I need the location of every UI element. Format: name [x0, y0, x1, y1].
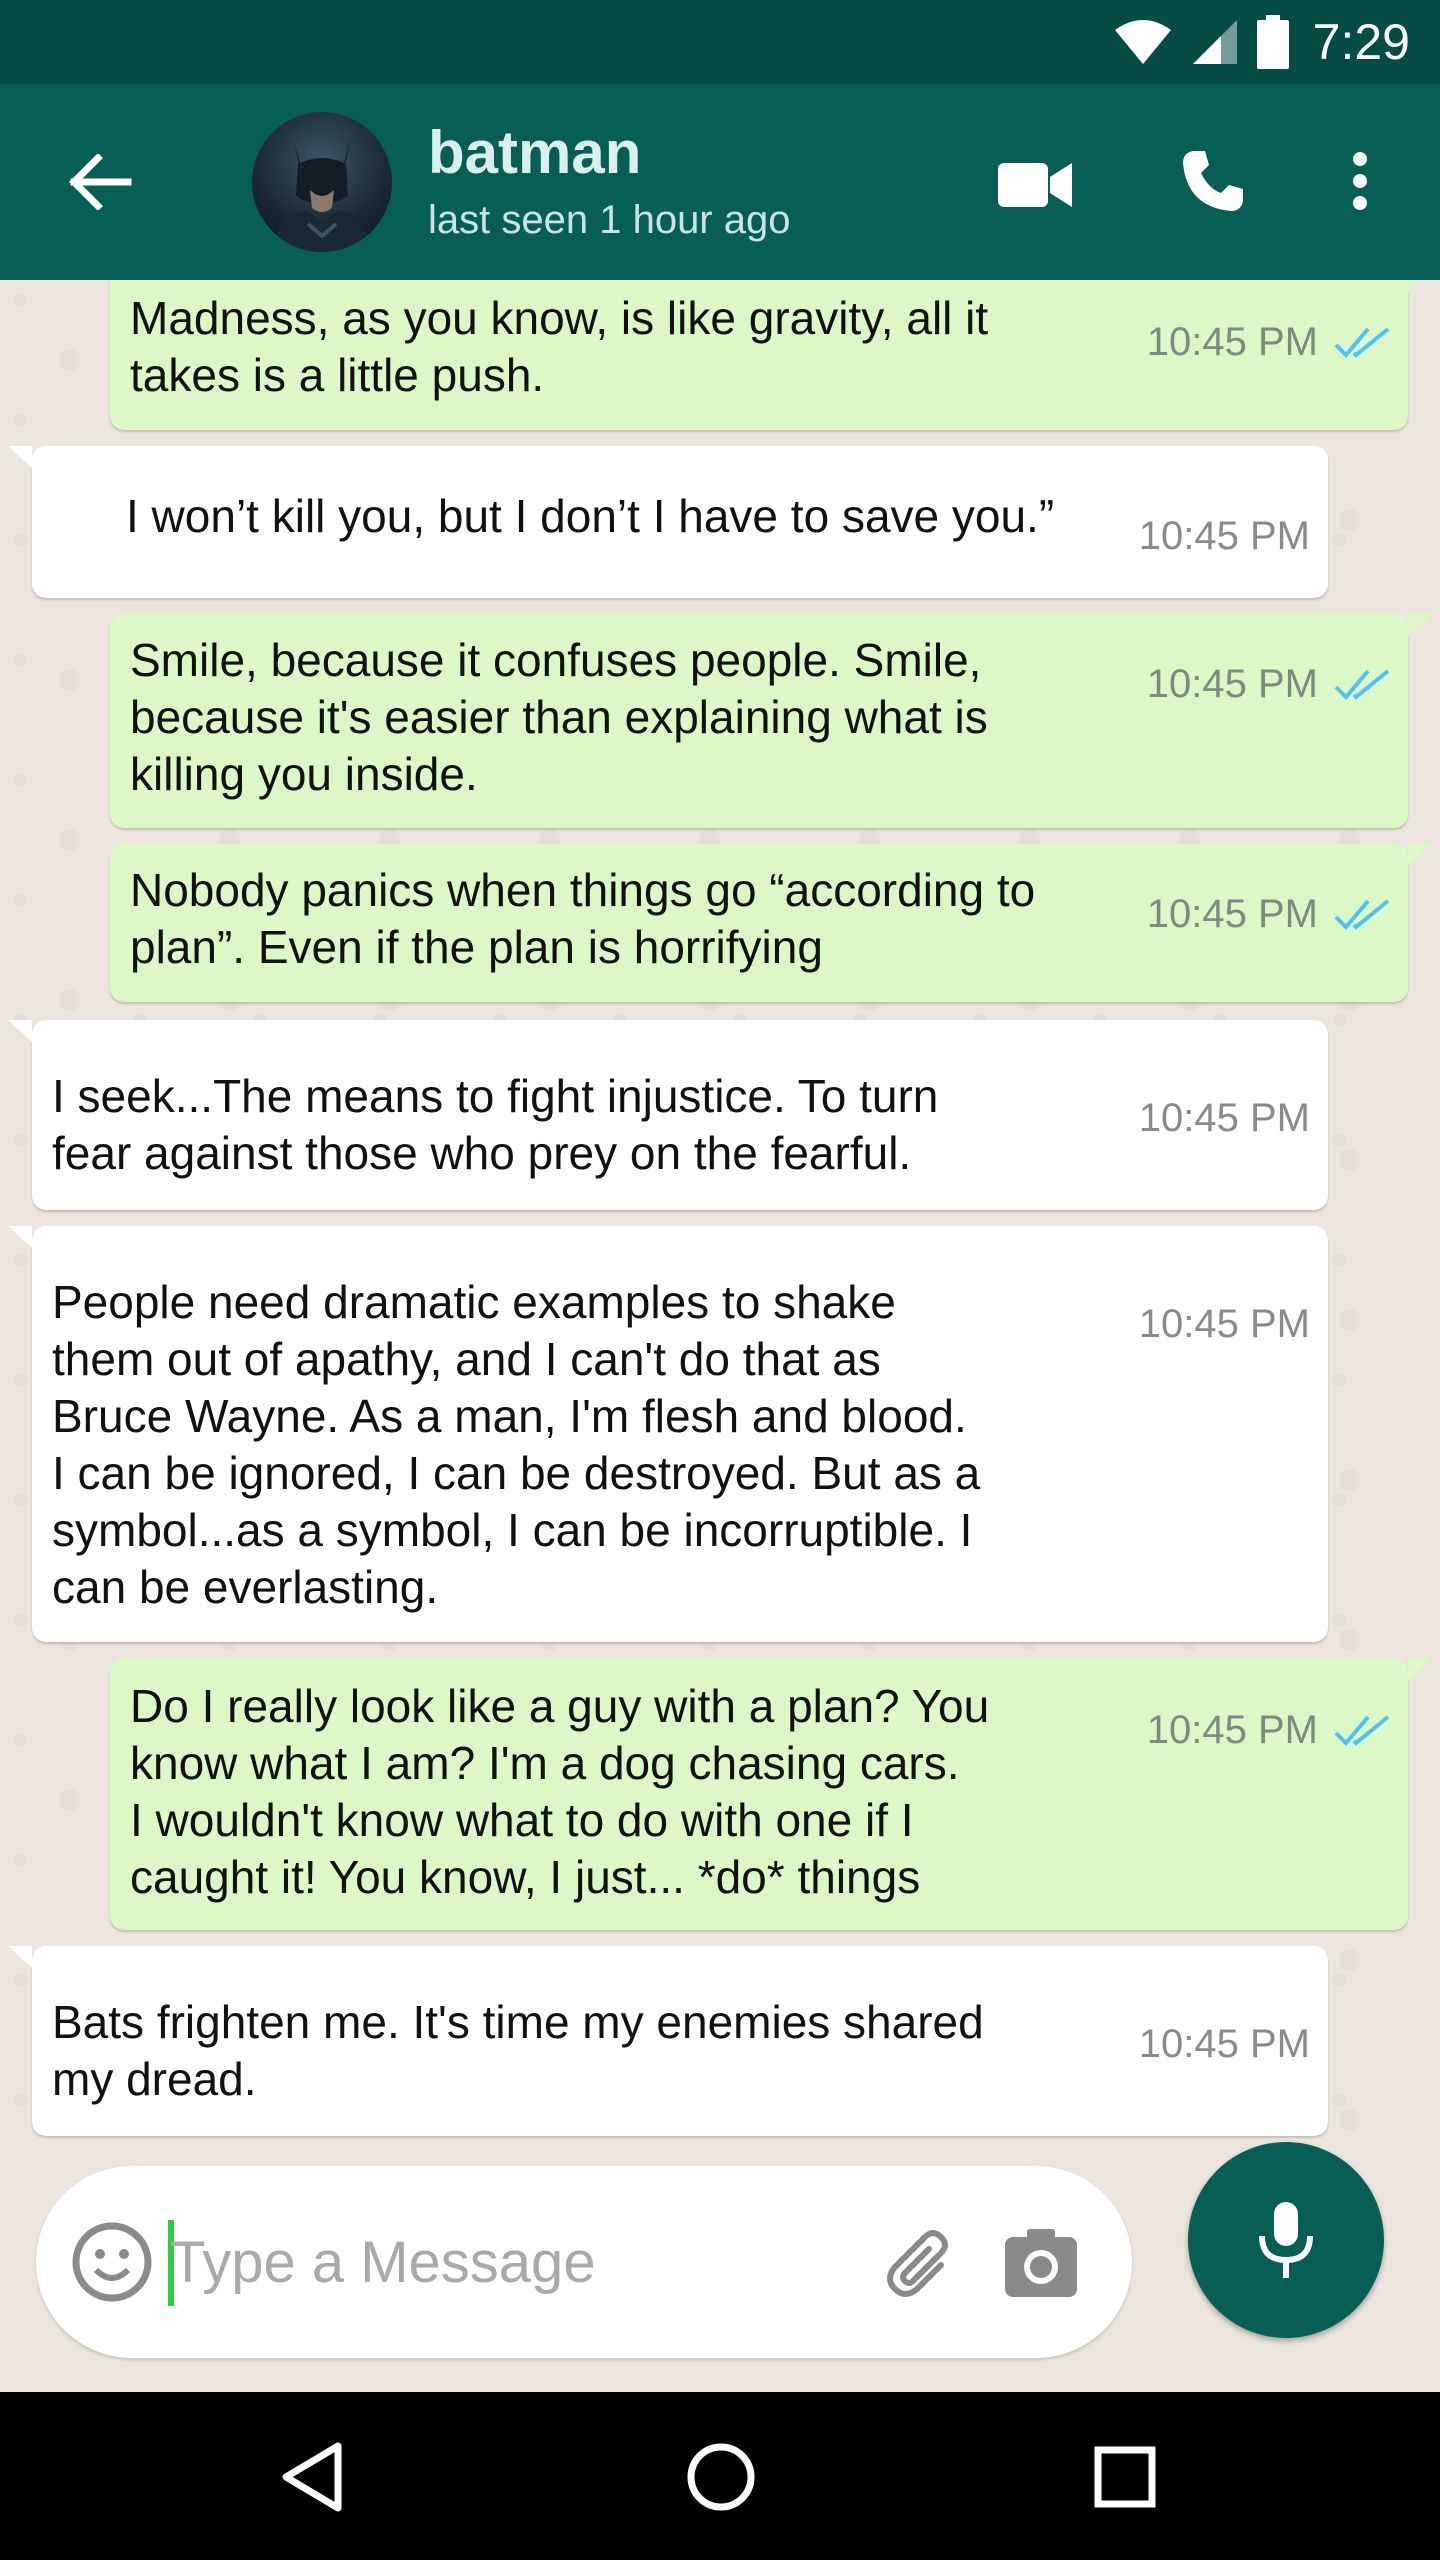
message-text: I seek...The means to fight injustice. T…: [52, 1070, 939, 1179]
triangle-back-icon: [282, 2442, 342, 2512]
message-meta: 10:45 PM: [1147, 886, 1390, 943]
message-text: People need dramatic examples to shake t…: [52, 1276, 981, 1613]
message-meta: 10:45 PM: [1147, 314, 1390, 371]
read-ticks-icon: [1334, 326, 1390, 358]
battery-icon: [1256, 15, 1289, 69]
read-ticks-icon: [1334, 1714, 1390, 1746]
camera-button[interactable]: [996, 2218, 1086, 2308]
incoming-message[interactable]: I seek...The means to fight injustice. T…: [8, 1020, 1328, 1210]
square-recents-icon: [1094, 2446, 1156, 2508]
message-meta: 10:45 PM: [1139, 2016, 1310, 2073]
message-time: 10:45 PM: [1146, 1708, 1318, 1752]
video-camera-icon: [998, 163, 1072, 207]
camera-icon: [1005, 2229, 1077, 2297]
message-text: Nobody panics when things go “according …: [130, 864, 1036, 973]
nav-home-button[interactable]: [676, 2432, 766, 2522]
signal-icon: [1192, 20, 1237, 64]
wifi-icon: [1114, 20, 1171, 64]
message-time: 10:45 PM: [1138, 1096, 1310, 1140]
batman-avatar-image: [272, 142, 372, 252]
outgoing-message[interactable]: Smile, because it confuses people. Smile…: [110, 614, 1432, 828]
message-composer: [36, 2166, 1132, 2358]
message-meta: 10:45 PM: [1147, 656, 1390, 713]
more-vertical-icon: [1353, 152, 1367, 210]
back-button[interactable]: [60, 142, 140, 222]
message-time: 10:45 PM: [1138, 1302, 1310, 1346]
chat-messages[interactable]: Madness, as you know, is like gravity, a…: [0, 280, 1440, 2140]
read-ticks-icon: [1334, 668, 1390, 700]
message-text: Madness, as you know, is like gravity, a…: [130, 292, 989, 401]
attach-button[interactable]: [876, 2218, 966, 2308]
message-meta: 10:45 PM: [1139, 1296, 1310, 1353]
outgoing-message[interactable]: Madness, as you know, is like gravity, a…: [110, 280, 1432, 430]
paperclip-icon: [887, 2230, 948, 2297]
phone-icon: [1183, 151, 1243, 211]
message-time: 10:45 PM: [1146, 662, 1318, 706]
smiley-icon: [72, 2222, 152, 2302]
contact-name[interactable]: batman: [428, 118, 641, 187]
incoming-message[interactable]: I won’t kill you, but I don’t I have to …: [8, 446, 1328, 598]
chat-header: batman last seen 1 hour ago: [0, 84, 1440, 280]
avatar[interactable]: [252, 112, 392, 252]
message-time: 10:45 PM: [1146, 320, 1318, 364]
message-text: Bats frighten me. It's time my enemies s…: [52, 1996, 984, 2105]
message-meta: 10:45 PM: [1147, 1702, 1390, 1759]
message-meta: 10:45 PM: [1139, 1090, 1310, 1147]
emoji-button[interactable]: [70, 2220, 154, 2304]
more-options-button[interactable]: [1330, 136, 1390, 226]
voice-call-button[interactable]: [1168, 136, 1258, 226]
incoming-message[interactable]: People need dramatic examples to shake t…: [8, 1226, 1328, 1642]
status-bar: 7:29: [0, 0, 1440, 84]
microphone-icon: [1259, 2202, 1313, 2278]
outgoing-message[interactable]: Do I really look like a guy with a plan?…: [110, 1658, 1432, 1930]
message-time: 10:45 PM: [1146, 892, 1318, 936]
message-text: Smile, because it confuses people. Smile…: [130, 634, 988, 800]
outgoing-message[interactable]: Nobody panics when things go “according …: [110, 844, 1432, 1002]
android-nav-bar: [0, 2392, 1440, 2560]
status-icons: [1113, 15, 1289, 69]
incoming-message[interactable]: Bats frighten me. It's time my enemies s…: [8, 1946, 1328, 2136]
video-call-button[interactable]: [990, 140, 1080, 230]
message-input[interactable]: [170, 2212, 870, 2312]
message-meta: 10:45 PM: [1139, 508, 1310, 565]
nav-recents-button[interactable]: [1080, 2432, 1170, 2522]
message-time: 10:45 PM: [1138, 2022, 1310, 2066]
read-ticks-icon: [1334, 898, 1390, 930]
message-time: 10:45 PM: [1138, 514, 1310, 558]
status-time: 7:29: [1312, 14, 1410, 70]
voice-message-button[interactable]: [1188, 2142, 1384, 2338]
circle-home-icon: [687, 2443, 755, 2511]
arrow-left-icon: [69, 154, 132, 210]
message-text: I won’t kill you, but I don’t I have to …: [126, 490, 1055, 542]
contact-last-seen: last seen 1 hour ago: [428, 198, 791, 242]
nav-back-button[interactable]: [270, 2432, 360, 2522]
message-text: Do I really look like a guy with a plan?…: [130, 1680, 990, 1903]
